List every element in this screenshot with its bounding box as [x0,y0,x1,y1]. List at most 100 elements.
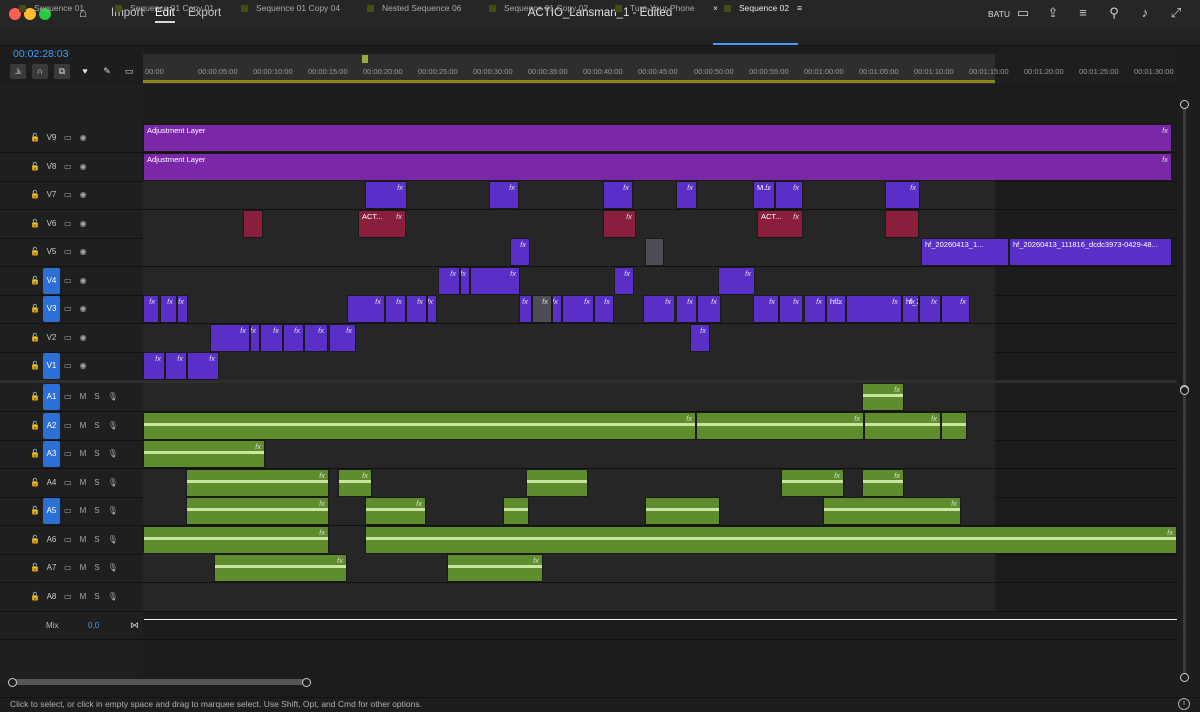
track-controls[interactable]: ▭◉ [64,247,95,256]
lock-icon[interactable]: 🔓 [30,162,40,171]
sync-lock-icon[interactable]: ▭ [64,276,80,285]
track-controls[interactable]: ▭MS🎙 [64,449,126,458]
solo-button[interactable]: S [94,506,107,515]
video-clip[interactable]: fx [510,238,530,266]
video-clip[interactable]: fx [489,181,519,209]
audio-vertical-scrollbar[interactable] [1183,390,1186,676]
video-clip[interactable]: fx [676,181,697,209]
video-clip[interactable] [645,238,664,266]
settings-sliders-icon[interactable]: ≡ [1075,5,1091,21]
eye-icon[interactable]: ◉ [80,190,95,199]
mic-icon[interactable]: 🎙 [108,592,126,601]
sync-lock-icon[interactable]: ▭ [64,162,80,171]
snap-magnet-icon[interactable]: ∩ [32,64,48,79]
mute-button[interactable]: M [80,535,95,544]
lock-icon[interactable]: 🔓 [30,563,40,572]
track-lane-v7[interactable] [143,181,995,209]
captions-icon[interactable]: ▭ [121,64,137,79]
audio-clip[interactable] [526,469,588,497]
track-target-a7[interactable]: A7 [43,555,60,581]
add-marker-icon[interactable]: ♥ [77,64,93,79]
lock-icon[interactable]: 🔓 [30,478,40,487]
video-clip[interactable]: fx [250,324,260,352]
track-target-v6[interactable]: V6 [43,211,60,237]
video-clip[interactable]: fx [470,267,520,295]
eye-icon[interactable]: ◉ [80,304,95,313]
sync-lock-icon[interactable]: ▭ [64,361,80,370]
solo-button[interactable]: S [94,563,107,572]
tab-sequence-01[interactable]: Sequence 01 [19,3,84,13]
mute-button[interactable]: M [80,478,95,487]
mic-icon[interactable]: 🎙 [108,392,126,401]
track-controls[interactable]: ▭MS🎙 [64,478,126,487]
audio-clip[interactable]: fx [214,554,347,582]
tab-sequence-02[interactable]: × Sequence 02 ≡ [713,3,802,13]
mic-icon[interactable]: 🎙 [108,563,126,572]
video-clip[interactable]: fx [143,352,165,380]
lock-icon[interactable]: 🔓 [30,421,40,430]
sync-lock-icon[interactable]: ▭ [64,219,80,228]
track-controls[interactable]: ▭MS🎙 [64,421,126,430]
sync-lock-icon[interactable]: ▭ [64,478,80,487]
video-clip[interactable]: fx [614,267,634,295]
lock-icon[interactable]: 🔓 [30,333,40,342]
track-lane-v5[interactable] [143,238,995,266]
insert-overwrite-icon[interactable]: ⫡ [10,64,26,79]
track-target-a4[interactable]: A4 [43,470,60,496]
video-clip[interactable]: fx [919,295,941,323]
mute-button[interactable]: M [80,421,95,430]
track-target-a3[interactable]: A3 [43,441,60,467]
mute-button[interactable]: M [80,449,95,458]
video-scroll-top-handle[interactable] [1180,100,1189,109]
linked-selection-icon[interactable]: ⧉ [54,64,70,79]
track-target-a8[interactable]: A8 [43,584,60,610]
eye-icon[interactable]: ◉ [80,133,95,142]
sync-lock-icon[interactable]: ▭ [64,133,80,142]
mic-icon[interactable]: 🎙 [108,421,126,430]
track-controls[interactable]: ▭MS🎙 [64,506,126,515]
mute-button[interactable]: M [80,563,95,572]
track-controls[interactable]: ▭◉ [64,276,95,285]
lock-icon[interactable]: 🔓 [30,190,40,199]
video-clip[interactable]: ACT... fx [358,210,406,238]
solo-button[interactable]: S [94,449,107,458]
solo-button[interactable]: S [94,392,107,401]
lock-icon[interactable]: 🔓 [30,506,40,515]
tab-turn-your-phone[interactable]: Turn-Your-Phone [615,3,695,13]
track-controls[interactable]: ▭◉ [64,304,95,313]
video-clip[interactable]: fx [594,295,614,323]
audio-clip[interactable] [941,412,967,440]
video-clip[interactable]: fx [329,324,356,352]
track-controls[interactable]: ▭MS🎙 [64,392,126,401]
video-clip[interactable]: fx [941,295,970,323]
video-clip[interactable]: fx [260,324,283,352]
sync-lock-icon[interactable]: ▭ [64,190,80,199]
video-clip[interactable]: fx [697,295,721,323]
track-target-v5[interactable]: V5 [43,239,60,265]
video-clip[interactable]: fx [165,352,187,380]
video-clip[interactable]: fx [885,181,920,209]
video-clip[interactable]: fx [385,295,406,323]
horizontal-scrollbar[interactable] [10,679,310,685]
video-clip[interactable]: fx [532,295,552,323]
audio-clip[interactable]: fx [143,412,696,440]
playhead-timecode[interactable]: 00:02:28:03 [13,48,68,60]
mix-value[interactable]: 0,0 [88,621,99,630]
track-controls[interactable]: ▭MS🎙 [64,535,126,544]
lock-icon[interactable]: 🔓 [30,535,40,544]
track-target-v3[interactable]: V3 [43,296,60,322]
eye-icon[interactable]: ◉ [80,247,95,256]
video-clip[interactable]: fx [210,324,250,352]
video-clip[interactable]: fx [690,324,710,352]
eye-icon[interactable]: ◉ [80,219,95,228]
playhead-handle[interactable] [362,55,368,63]
video-clip[interactable]: fx [177,295,188,323]
audio-clip[interactable]: fx [143,526,329,554]
video-clip[interactable]: fx [603,181,633,209]
track-lane-a8[interactable] [143,583,995,611]
lock-icon[interactable]: 🔓 [30,449,40,458]
solo-button[interactable]: S [94,592,107,601]
video-clip[interactable]: fx [519,295,532,323]
video-clip[interactable]: fx [603,210,636,238]
video-clip[interactable]: fx [160,295,177,323]
